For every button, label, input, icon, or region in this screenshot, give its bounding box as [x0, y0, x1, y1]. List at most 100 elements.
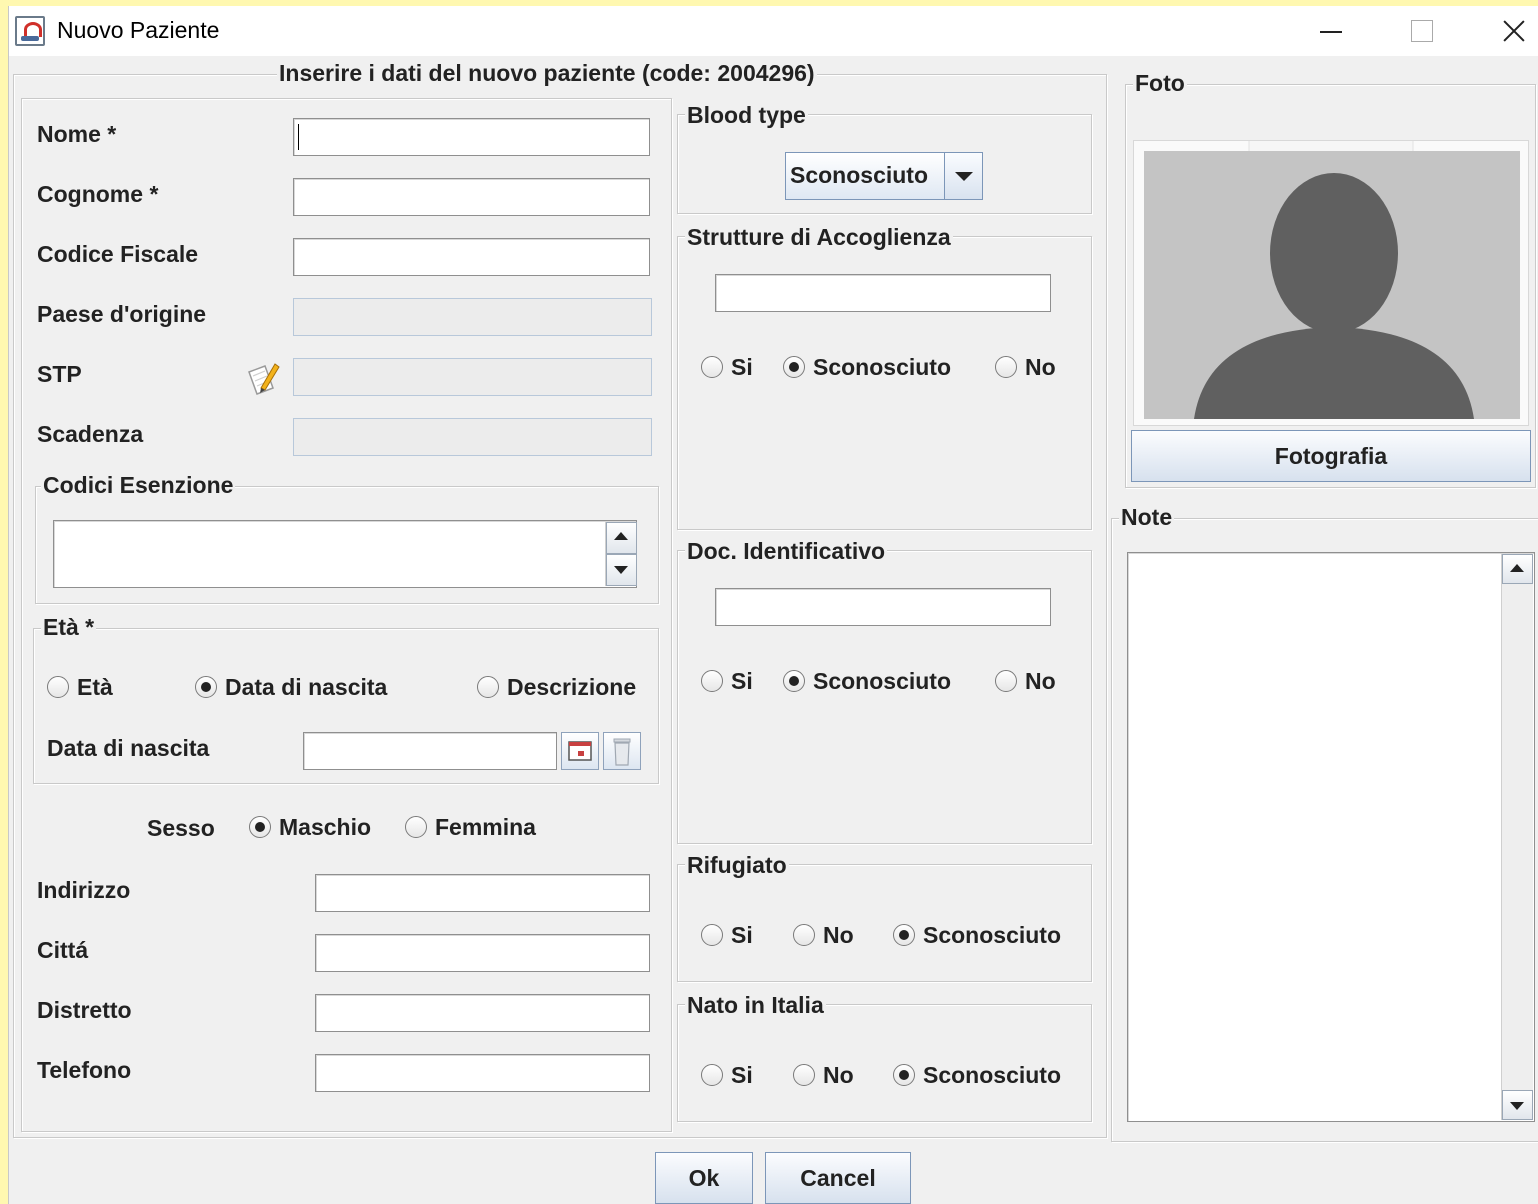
doc-sconosciuto-circle[interactable] [783, 670, 805, 692]
nato-si-circle[interactable] [701, 1064, 723, 1086]
scroll-down-button[interactable] [1502, 1090, 1533, 1120]
scadenza-label: Scadenza [37, 421, 144, 447]
note-title: Note [1119, 504, 1175, 530]
clear-date-button[interactable] [603, 732, 641, 770]
doc-no-circle[interactable] [995, 670, 1017, 692]
ok-button[interactable]: Ok [655, 1152, 753, 1204]
note-textarea[interactable] [1127, 552, 1535, 1122]
data-nascita-radio[interactable]: Data di nascita [195, 672, 387, 702]
nato-si-radio[interactable]: Si [701, 1060, 753, 1090]
eta-radio-label: Età [77, 673, 113, 700]
photo-frame [1133, 114, 1529, 426]
rifugiato-no-label: No [823, 921, 854, 948]
indirizzo-label: Indirizzo [37, 877, 131, 903]
note-scrollbar[interactable] [1501, 554, 1533, 1120]
strutture-sconosciuto-label: Sconosciuto [813, 353, 952, 380]
strutture-no-circle[interactable] [995, 356, 1017, 378]
nato-no-radio[interactable]: No [793, 1060, 854, 1090]
codici-esenzione-spinner [605, 522, 637, 586]
paese-origine-label: Paese d'origine [37, 301, 207, 327]
citta-input[interactable] [315, 934, 650, 972]
blood-type-title: Blood type [685, 102, 808, 128]
indirizzo-input[interactable] [315, 874, 650, 912]
stp-label: STP [37, 361, 82, 387]
calendar-icon [568, 741, 592, 761]
femmina-radio-circle[interactable] [405, 816, 427, 838]
rifugiato-no-circle[interactable] [793, 924, 815, 946]
cancel-button[interactable]: Cancel [765, 1152, 911, 1204]
codice-fiscale-label: Codice Fiscale [37, 241, 199, 267]
codice-fiscale-input[interactable] [293, 238, 650, 276]
blood-type-value: Sconosciuto [790, 162, 929, 188]
nato-si-label: Si [731, 1061, 753, 1088]
strutture-si-circle[interactable] [701, 356, 723, 378]
nato-no-circle[interactable] [793, 1064, 815, 1086]
java-app-icon [15, 16, 45, 46]
strutture-no-radio[interactable]: No [995, 352, 1056, 382]
descrizione-radio-label: Descrizione [507, 673, 637, 700]
sesso-label: Sesso [147, 815, 215, 841]
doc-no-radio[interactable]: No [995, 666, 1056, 696]
eta-radio-circle[interactable] [47, 676, 69, 698]
doc-si-circle[interactable] [701, 670, 723, 692]
data-nascita-input[interactable] [303, 732, 557, 770]
rifugiato-sconosciuto-circle[interactable] [893, 924, 915, 946]
scadenza-input [293, 418, 652, 456]
spinner-down-button[interactable] [606, 554, 637, 586]
doc-sconosciuto-radio[interactable]: Sconosciuto [783, 666, 951, 696]
scroll-up-button[interactable] [1502, 554, 1533, 584]
eta-radio[interactable]: Età [47, 672, 113, 702]
doc-identificativo-input[interactable] [715, 588, 1051, 626]
nome-input[interactable] [293, 118, 650, 156]
data-nascita-radio-circle[interactable] [195, 676, 217, 698]
rifugiato-si-label: Si [731, 921, 753, 948]
doc-si-label: Si [731, 667, 753, 694]
doc-si-radio[interactable]: Si [701, 666, 753, 696]
paese-origine-input [293, 298, 652, 336]
descrizione-radio[interactable]: Descrizione [477, 672, 636, 702]
spinner-up-button[interactable] [606, 522, 637, 554]
ok-button-label: Ok [688, 1164, 720, 1191]
close-button[interactable] [1466, 6, 1538, 56]
data-nascita-radio-label: Data di nascita [225, 673, 388, 700]
foto-title: Foto [1133, 70, 1187, 96]
minimize-button[interactable] [1286, 6, 1376, 56]
rifugiato-sconosciuto-radio[interactable]: Sconosciuto [893, 920, 1061, 950]
calendar-button[interactable] [561, 732, 599, 770]
strutture-input[interactable] [715, 274, 1051, 312]
strutture-si-radio[interactable]: Si [701, 352, 753, 382]
cognome-label: Cognome * [37, 181, 159, 207]
maschio-radio[interactable]: Maschio [249, 812, 371, 842]
edit-note-icon[interactable] [243, 358, 283, 400]
maximize-button[interactable] [1376, 6, 1466, 56]
femmina-radio-label: Femmina [435, 813, 536, 840]
doc-sconosciuto-label: Sconosciuto [813, 667, 952, 694]
nome-label: Nome * [37, 121, 117, 147]
dialog-window: Nuovo Paziente Inserire i dati del nuovo… [8, 6, 1538, 1204]
eta-title: Età * [41, 614, 97, 640]
stp-input [293, 358, 652, 396]
chevron-down-icon[interactable] [944, 153, 982, 199]
rifugiato-si-circle[interactable] [701, 924, 723, 946]
nato-sconosciuto-label: Sconosciuto [923, 1061, 1062, 1088]
strutture-sconosciuto-circle[interactable] [783, 356, 805, 378]
nato-sconosciuto-radio[interactable]: Sconosciuto [893, 1060, 1061, 1090]
nato-sconosciuto-circle[interactable] [893, 1064, 915, 1086]
cognome-input[interactable] [293, 178, 650, 216]
title-bar: Nuovo Paziente [9, 6, 1538, 56]
telefono-input[interactable] [315, 1054, 650, 1092]
femmina-radio[interactable]: Femmina [405, 812, 536, 842]
distretto-input[interactable] [315, 994, 650, 1032]
person-silhouette-icon [1144, 114, 1520, 419]
strutture-sconosciuto-radio[interactable]: Sconosciuto [783, 352, 951, 382]
fotografia-button[interactable]: Fotografia [1131, 430, 1531, 482]
descrizione-radio-circle[interactable] [477, 676, 499, 698]
strutture-title: Strutture di Accoglienza [685, 224, 953, 250]
codici-esenzione-input[interactable] [53, 520, 637, 588]
blood-type-select[interactable]: Sconosciuto [785, 152, 983, 200]
cancel-button-label: Cancel [800, 1164, 876, 1191]
maschio-radio-circle[interactable] [249, 816, 271, 838]
telefono-label: Telefono [37, 1057, 132, 1083]
rifugiato-no-radio[interactable]: No [793, 920, 854, 950]
rifugiato-si-radio[interactable]: Si [701, 920, 753, 950]
